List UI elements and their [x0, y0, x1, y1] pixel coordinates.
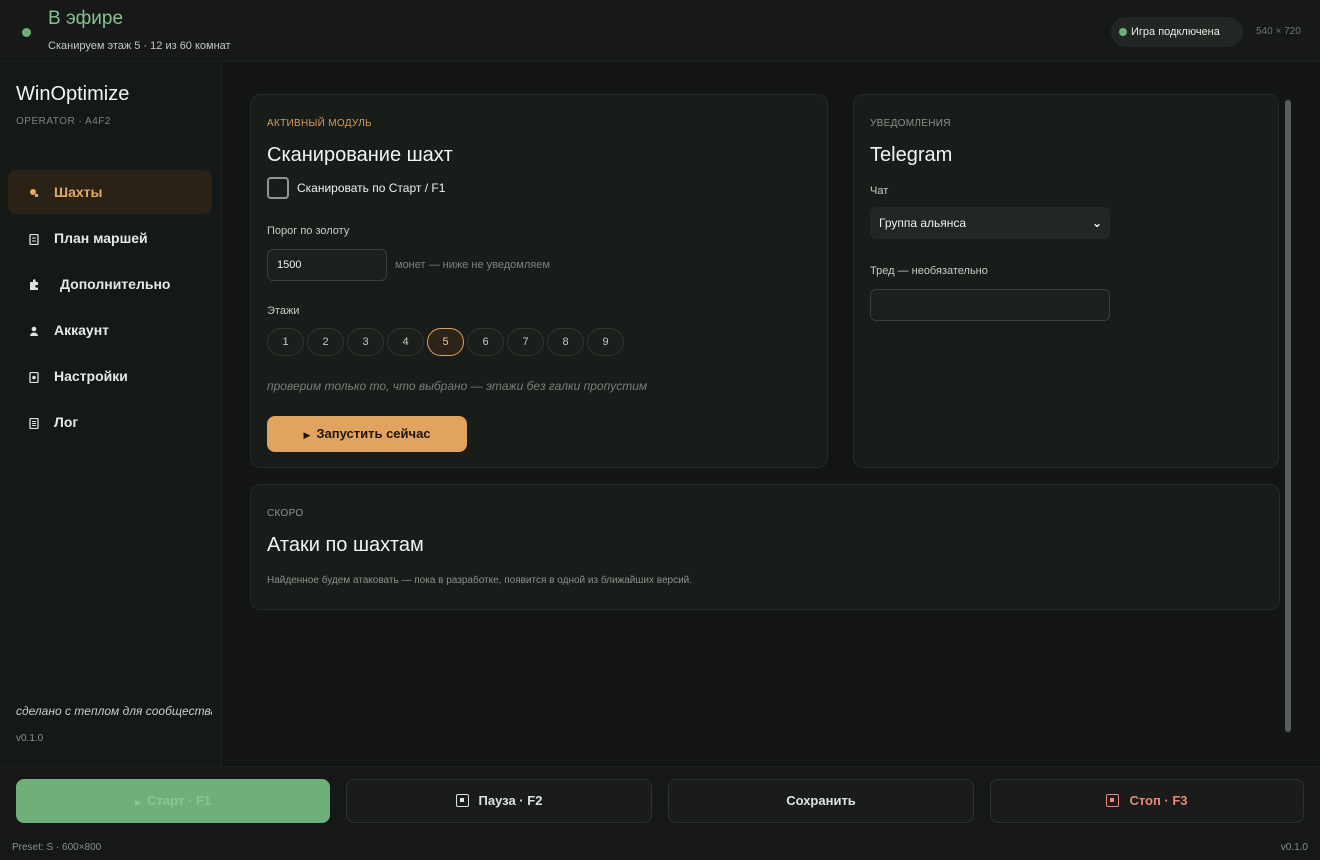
- save-label: Сохранить: [786, 793, 856, 808]
- chat-select[interactable]: Группа альянса ⌄: [870, 207, 1110, 239]
- play-icon: ▶: [134, 798, 142, 807]
- scan-on-start-label[interactable]: Сканировать по Старт / F1: [297, 181, 445, 195]
- scrollbar-thumb[interactable]: [1285, 100, 1291, 732]
- sidebar-item-account[interactable]: Аккаунт: [8, 308, 212, 352]
- telegram-title: Telegram: [870, 144, 953, 166]
- sidebar-item-march-plan[interactable]: План маршей: [8, 216, 212, 260]
- floor-chip[interactable]: 8: [547, 328, 584, 356]
- start-label: Старт · F1: [147, 793, 211, 808]
- game-connection-label: Игра подключена: [1131, 26, 1220, 38]
- stop-icon: [1106, 794, 1120, 807]
- module-title: Сканирование шахт: [267, 144, 453, 166]
- log-icon: [28, 417, 40, 429]
- pause-icon: [455, 794, 469, 807]
- pause-button[interactable]: Пауза · F2: [346, 779, 652, 823]
- sidebar-item-label: Аккаунт: [54, 322, 110, 338]
- sidebar-item-settings[interactable]: Настройки: [8, 354, 212, 398]
- brand-title: WinOptimize: [16, 83, 130, 105]
- floor-chip[interactable]: 9: [587, 328, 624, 356]
- user-icon: [28, 325, 40, 337]
- soon-description: Найденное будем атаковать — пока в разра…: [267, 575, 693, 586]
- sidebar-version: v0.1.0: [16, 733, 44, 744]
- pause-label: Пауза · F2: [478, 793, 543, 808]
- soon-eyebrow: СКОРО: [267, 508, 304, 519]
- stop-button[interactable]: Стоп · F3: [990, 779, 1304, 823]
- sidebar-item-log[interactable]: Лог: [8, 400, 212, 444]
- top-status-bar: В эфире Сканируем этаж 5 · 12 из 60 комн…: [0, 0, 1320, 62]
- floors-note: проверим только то, что выбрано — этажи …: [267, 379, 648, 393]
- operator-id: OPERATOR · A4F2: [16, 116, 111, 127]
- start-button[interactable]: ▶ Старт · F1: [16, 779, 330, 823]
- stop-label: Стоп · F3: [1129, 793, 1188, 808]
- run-now-button[interactable]: ▶ Запустить сейчас: [267, 416, 467, 452]
- floor-chip[interactable]: 7: [507, 328, 544, 356]
- sidebar-item-label: Настройки: [54, 368, 128, 384]
- app-version: v0.1.0: [1280, 842, 1308, 853]
- document-icon: [28, 233, 40, 245]
- chat-label: Чат: [870, 185, 889, 197]
- preset-info: Preset: S · 600×800: [12, 842, 102, 853]
- settings-icon: [28, 371, 40, 383]
- live-status-title: В эфире: [48, 8, 124, 29]
- gold-threshold-hint: монет — ниже не уведомляем: [395, 259, 550, 271]
- live-status-subtitle: Сканируем этаж 5 · 12 из 60 комнат: [48, 40, 231, 52]
- chat-select-value: Группа альянса: [879, 216, 967, 230]
- connection-dot-icon: [1119, 28, 1127, 36]
- notifications-eyebrow: УВЕДОМЛЕНИЯ: [870, 118, 951, 129]
- puzzle-icon: [28, 279, 40, 291]
- floor-chip-selected[interactable]: 5: [427, 328, 464, 356]
- sidebar-item-extra[interactable]: Дополнительно: [8, 262, 212, 306]
- pickaxe-icon: [28, 187, 40, 199]
- live-indicator-dot: [22, 28, 31, 37]
- scan-on-start-checkbox[interactable]: [267, 177, 289, 199]
- window-dimensions: 540 × 720: [1256, 26, 1301, 37]
- gold-threshold-label: Порог по золоту: [267, 225, 350, 237]
- save-button[interactable]: Сохранить: [668, 779, 974, 823]
- bottom-action-bar: ▶ Старт · F1 Пауза · F2 Сохранить Стоп · …: [0, 766, 1320, 860]
- floors-label: Этажи: [267, 305, 300, 317]
- sidebar-item-label: План маршей: [54, 230, 148, 246]
- coming-soon-card: СКОРО Атаки по шахтам Найденное будем ат…: [250, 484, 1280, 610]
- floor-chip[interactable]: 2: [307, 328, 344, 356]
- mine-scan-card: АКТИВНЫЙ МОДУЛЬ Сканирование шахт Сканир…: [250, 94, 828, 468]
- sidebar-item-label: Лог: [54, 414, 79, 430]
- floor-chip[interactable]: 6: [467, 328, 504, 356]
- sidebar-item-label: Дополнительно: [60, 276, 171, 292]
- sidebar-item-mines[interactable]: Шахты: [8, 170, 212, 214]
- thread-label: Тред — необязательно: [870, 265, 988, 277]
- game-connection-badge: Игра подключена: [1111, 17, 1243, 47]
- sidebar-item-label: Шахты: [54, 184, 103, 200]
- sidebar: WinOptimize OPERATOR · A4F2 Шахты План м…: [0, 62, 222, 766]
- module-eyebrow: АКТИВНЫЙ МОДУЛЬ: [267, 118, 372, 129]
- gold-threshold-input[interactable]: [267, 249, 387, 281]
- floor-chip[interactable]: 3: [347, 328, 384, 356]
- floor-chip[interactable]: 1: [267, 328, 304, 356]
- chevron-down-icon: ⌄: [1091, 216, 1102, 230]
- telegram-card: УВЕДОМЛЕНИЯ Telegram Чат Группа альянса …: [853, 94, 1279, 468]
- run-now-label: Запустить сейчас: [316, 426, 431, 441]
- thread-input[interactable]: [870, 289, 1110, 321]
- sidebar-footer-note: сделано с теплом для сообщества: [16, 704, 212, 718]
- play-icon: ▶: [303, 430, 311, 440]
- app-window: В эфире Сканируем этаж 5 · 12 из 60 комн…: [0, 0, 1320, 860]
- soon-title: Атаки по шахтам: [267, 534, 424, 556]
- floor-chip[interactable]: 4: [387, 328, 424, 356]
